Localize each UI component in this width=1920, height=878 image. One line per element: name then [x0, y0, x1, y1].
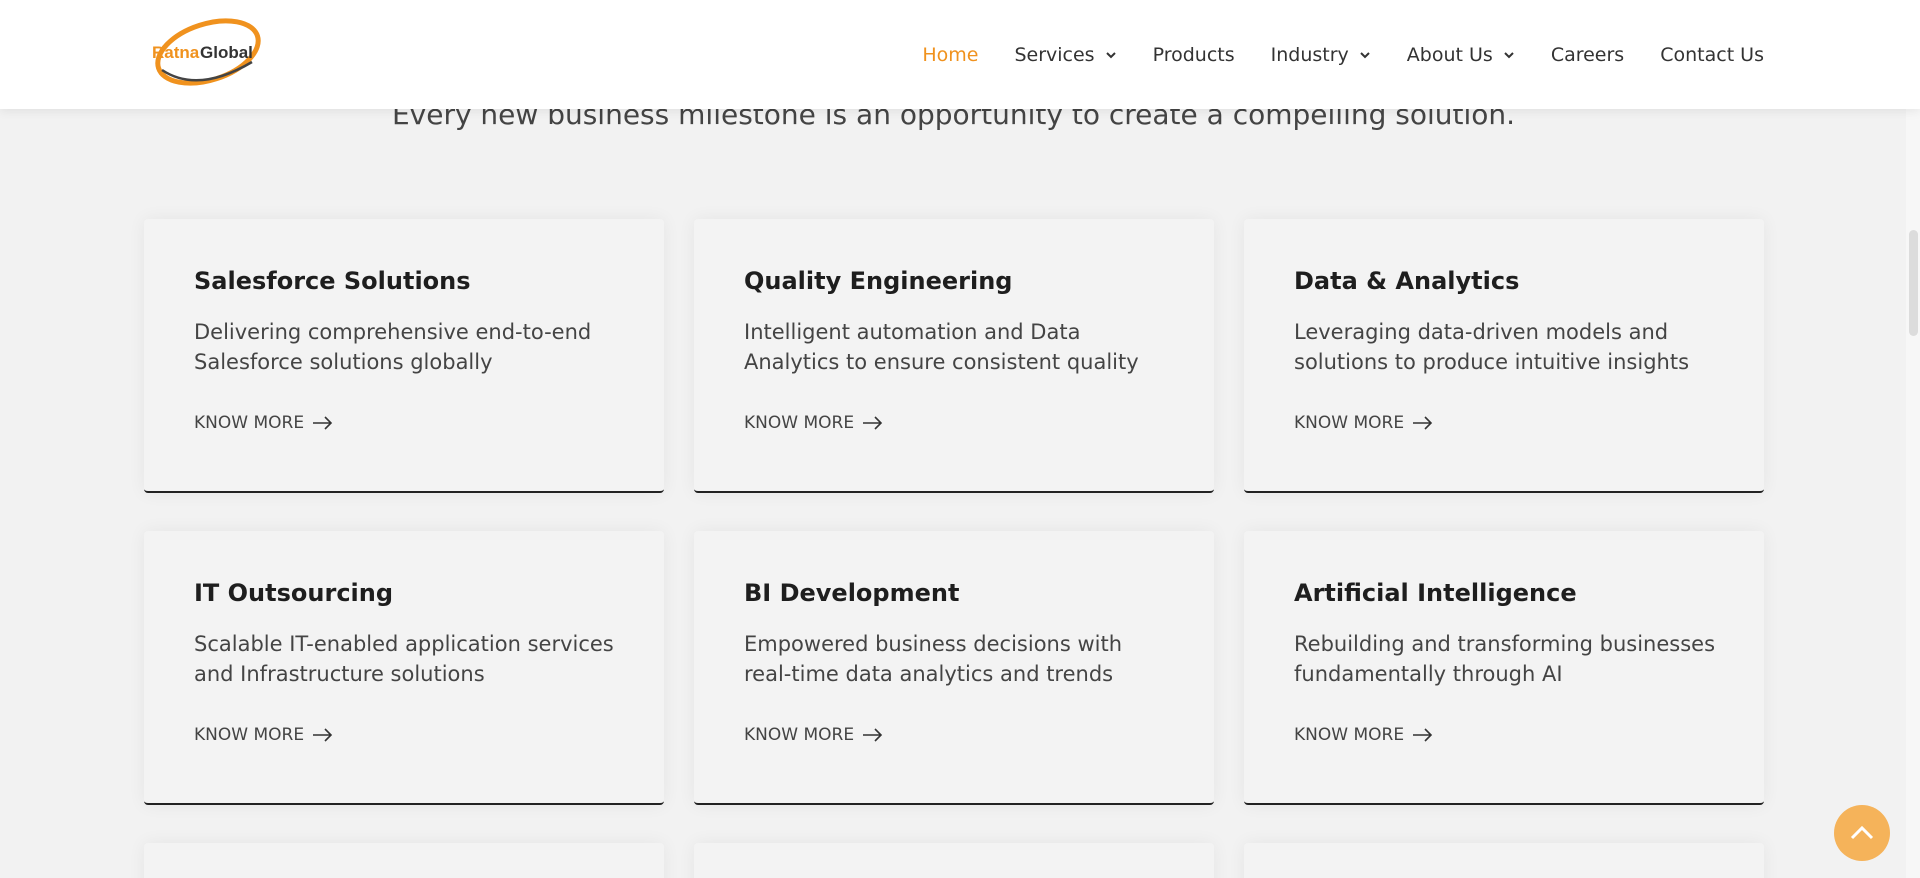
know-more-label: KNOW MORE: [194, 725, 305, 745]
service-card-partial: [1244, 843, 1764, 878]
card-description-line: Empowered business decisions with: [744, 632, 1123, 656]
service-card-bi-development: BI Development Empowered business decisi…: [694, 531, 1214, 805]
scrollbar-thumb[interactable]: [1909, 230, 1918, 336]
chevron-down-icon: [1503, 49, 1515, 61]
arrow-right-icon: [1412, 728, 1434, 742]
card-description-line: Rebuilding and transforming businesses: [1294, 632, 1716, 656]
logo-text-ratna: Ratna: [152, 43, 200, 62]
nav-industry[interactable]: Industry: [1271, 44, 1371, 66]
nav-about-us-label: About Us: [1406, 43, 1493, 66]
card-title: Quality Engineering: [744, 267, 1013, 295]
arrow-right-icon: [862, 728, 884, 742]
chevron-down-icon: [1359, 49, 1371, 61]
company-logo[interactable]: Ratna Global: [148, 14, 264, 92]
nav-products[interactable]: Products: [1153, 44, 1235, 66]
card-description-line: and Infrastructure solutions: [194, 662, 485, 686]
card-description: Empowered business decisions with real-t…: [744, 629, 1184, 689]
know-more-label: KNOW MORE: [744, 413, 855, 433]
service-card-partial: [694, 843, 1214, 878]
know-more-label: KNOW MORE: [744, 725, 855, 745]
nav-products-label: Products: [1152, 43, 1235, 66]
card-description: Leveraging data-driven models and soluti…: [1294, 317, 1734, 377]
service-card-it-outsourcing: IT Outsourcing Scalable IT-enabled appli…: [144, 531, 664, 805]
nav-contact-us[interactable]: Contact Us: [1660, 44, 1764, 66]
service-card-partial: [144, 843, 664, 878]
main-nav: Home Services Products Industry About Us: [922, 0, 1764, 109]
logo-graphic: Ratna Global: [152, 18, 261, 86]
card-title: Artificial Intelligence: [1294, 579, 1577, 607]
card-description-line: Delivering comprehensive end-to-end: [194, 320, 592, 344]
nav-careers-label: Careers: [1550, 43, 1625, 66]
know-more-link[interactable]: KNOW MORE: [1294, 413, 1434, 433]
service-card-data-analytics: Data & Analytics Leveraging data-driven …: [1244, 219, 1764, 493]
arrow-right-icon: [312, 416, 334, 430]
know-more-link[interactable]: KNOW MORE: [1294, 725, 1434, 745]
card-description-line: Scalable IT-enabled application services: [194, 632, 614, 656]
nav-home[interactable]: Home: [922, 44, 978, 66]
chevron-down-icon: [1105, 49, 1117, 61]
card-title: Data & Analytics: [1294, 267, 1520, 295]
know-more-link[interactable]: KNOW MORE: [194, 725, 334, 745]
card-title: BI Development: [744, 579, 960, 607]
service-card-quality-engineering: Quality Engineering Intelligent automati…: [694, 219, 1214, 493]
site-header: Ratna Global Home Services Products Indu…: [0, 0, 1920, 109]
know-more-label: KNOW MORE: [194, 413, 305, 433]
nav-about-us[interactable]: About Us: [1407, 44, 1515, 66]
card-description-line: solutions to produce intuitive insights: [1294, 350, 1690, 374]
know-more-label: KNOW MORE: [1294, 413, 1405, 433]
nav-home-label: Home: [922, 43, 979, 66]
card-description: Intelligent automation and Data Analytic…: [744, 317, 1184, 377]
logo-text-global: Global: [200, 43, 253, 62]
know-more-link[interactable]: KNOW MORE: [744, 725, 884, 745]
card-description-line: real-time data analytics and trends: [744, 662, 1114, 686]
nav-services[interactable]: Services: [1014, 44, 1116, 66]
arrow-right-icon: [862, 416, 884, 430]
nav-industry-label: Industry: [1270, 43, 1349, 66]
nav-services-label: Services: [1014, 43, 1095, 66]
nav-careers[interactable]: Careers: [1551, 44, 1624, 66]
page: Ratna Global Home Services Products Indu…: [0, 0, 1920, 878]
arrow-right-icon: [312, 728, 334, 742]
card-description-line: Intelligent automation and Data: [744, 320, 1081, 344]
card-description-line: Analytics to ensure consistent quality: [744, 350, 1139, 374]
nav-contact-us-label: Contact Us: [1660, 43, 1764, 66]
card-description: Rebuilding and transforming businesses f…: [1294, 629, 1734, 689]
card-description-line: Leveraging data-driven models and: [1294, 320, 1669, 344]
card-description: Scalable IT-enabled application services…: [194, 629, 634, 689]
service-card-salesforce: Salesforce Solutions Delivering comprehe…: [144, 219, 664, 493]
back-to-top-button[interactable]: [1834, 805, 1890, 861]
chevron-up-icon: [1849, 824, 1875, 842]
know-more-link[interactable]: KNOW MORE: [194, 413, 334, 433]
page-scrollbar[interactable]: [1906, 0, 1920, 878]
card-description-line: Salesforce solutions globally: [194, 350, 493, 374]
know-more-link[interactable]: KNOW MORE: [744, 413, 884, 433]
card-description-line: fundamentally through AI: [1294, 662, 1563, 686]
card-description: Delivering comprehensive end-to-end Sale…: [194, 317, 634, 377]
card-title: Salesforce Solutions: [194, 267, 471, 295]
arrow-right-icon: [1412, 416, 1434, 430]
card-title: IT Outsourcing: [194, 579, 394, 607]
know-more-label: KNOW MORE: [1294, 725, 1405, 745]
service-card-artificial-intelligence: Artificial Intelligence Rebuilding and t…: [1244, 531, 1764, 805]
